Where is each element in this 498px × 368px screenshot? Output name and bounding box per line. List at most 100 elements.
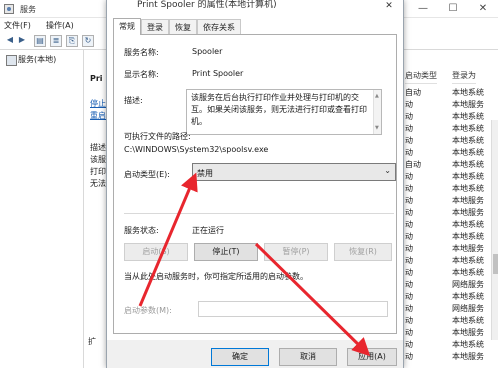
service-startup-type: 动 [405,328,413,337]
services-window-title: 服务 [20,5,36,14]
section-divider [124,213,394,214]
ok-button[interactable]: 确定 [211,348,269,366]
start-params-label: 启动参数(M): [124,306,172,315]
service-logon-as: 本地服务 [452,208,484,217]
properties-dialog: Print Spooler 的属性(本地计算机) ✕ 常规 登录 恢复 依存关系… [106,0,404,368]
service-logon-as: 本地系统 [452,124,484,133]
service-logon-as: 本地服务 [452,328,484,337]
service-startup-type: 自动 [405,88,421,97]
services-list-scrollbar[interactable] [491,120,498,340]
service-startup-type: 动 [405,292,413,301]
refresh-icon[interactable]: ↻ [82,35,94,47]
service-logon-as: 本地系统 [452,136,484,145]
display-name-label: 显示名称: [124,70,159,79]
service-logon-as: 本地系统 [452,220,484,229]
service-logon-as: 网络服务 [452,304,484,313]
service-startup-type: 动 [405,232,413,241]
startup-type-label: 启动类型(E): [124,170,170,179]
pause-button[interactable]: 暂停(P) [264,243,328,261]
service-logon-as: 本地系统 [452,88,484,97]
service-status-label: 服务状态: [124,226,159,235]
tab-logon[interactable]: 登录 [141,19,169,34]
service-logon-as: 本地系统 [452,160,484,169]
apply-button[interactable]: 应用(A) [347,348,397,366]
description-box[interactable]: 该服务在后台执行打印作业并处理与打印机的交互。如果关闭该服务，则无法进行打印或查… [186,89,382,135]
extended-tab[interactable]: 扩 [88,336,96,347]
service-logon-as: 本地系统 [452,112,484,121]
export-icon[interactable]: ⎘ [66,35,78,47]
minimize-button[interactable]: — [408,0,438,18]
service-status-value: 正在运行 [192,226,224,235]
service-logon-as: 本地系统 [452,148,484,157]
service-name-label: 服务名称: [124,48,159,57]
service-logon-as: 本地系统 [452,184,484,193]
startup-type-value: 禁用 [197,169,213,178]
service-startup-type: 动 [405,100,413,109]
back-arrow-icon[interactable]: ◀ [4,35,16,47]
service-logon-as: 本地服务 [452,100,484,109]
chevron-down-icon: ⌄ [384,166,391,175]
service-startup-type: 动 [405,220,413,229]
service-startup-type: 动 [405,208,413,217]
service-startup-type: 动 [405,184,413,193]
service-logon-as: 本地系统 [452,268,484,277]
service-logon-as: 本地系统 [452,292,484,301]
exe-path-value: C:\WINDOWS\System32\spoolsv.exe [124,145,269,154]
service-name-value: Spooler [192,47,223,56]
exe-path-label: 可执行文件的路径: [124,132,191,141]
service-startup-type: 动 [405,172,413,181]
tree-item-services-local[interactable]: 服务(本地) [6,54,56,66]
service-logon-as: 网络服务 [452,280,484,289]
list-view-icon[interactable]: ≣ [50,35,62,47]
show-tree-icon[interactable]: ▤ [34,35,46,47]
service-detail-pane: Pri 停止 重启 描述 该服 打印 无法 [84,50,108,368]
service-startup-type: 动 [405,124,413,133]
general-tab-panel: 服务名称: Spooler 显示名称: Print Spooler 描述: 该服… [113,34,397,334]
service-startup-type: 动 [405,304,413,313]
service-logon-as: 本地系统 [452,172,484,181]
service-logon-as: 本地系统 [452,316,484,325]
service-logon-as: 本地系统 [452,340,484,349]
service-logon-as: 本地系统 [452,232,484,241]
dialog-titlebar: Print Spooler 的属性(本地计算机) ✕ [107,0,403,14]
service-startup-type: 动 [405,256,413,265]
description-text: 该服务在后台执行打印作业并处理与打印机的交互。如果关闭该服务，则无法进行打印或查… [191,93,367,126]
tab-general[interactable]: 常规 [113,18,141,35]
menu-action[interactable]: 操作(A) [46,20,74,31]
service-row[interactable]: 动 本地服务 [400,350,492,363]
dialog-title: Print Spooler 的属性(本地计算机) [137,0,277,10]
window-close-button[interactable]: ✕ [468,0,498,18]
column-startup-type[interactable]: 启动类型 [405,70,437,84]
resume-button[interactable]: 恢复(R) [334,243,392,261]
tree-pane: 服务(本地) [0,50,84,368]
services-app-icon [4,4,14,14]
start-params-hint: 当从此处启动服务时，你可指定所适用的启动参数。 [124,272,308,281]
stop-button[interactable]: 停止(T) [194,243,258,261]
column-logon-as[interactable]: 登录为 [452,70,476,84]
dialog-close-button[interactable]: ✕ [375,0,403,14]
service-startup-type: 动 [405,136,413,145]
scrollbar-thumb[interactable] [493,254,498,274]
cancel-button[interactable]: 取消 [279,348,337,366]
tab-recovery[interactable]: 恢复 [169,19,197,34]
service-startup-type: 动 [405,280,413,289]
maximize-button[interactable]: ☐ [438,0,468,18]
dialog-button-bar: 确定 取消 应用(A) [107,340,403,368]
service-startup-type: 动 [405,340,413,349]
service-startup-type: 动 [405,316,413,325]
description-scrollbar[interactable] [373,90,381,134]
forward-arrow-icon[interactable]: ▶ [16,35,28,47]
service-startup-type: 自动 [405,160,421,169]
menu-file[interactable]: 文件(F) [4,20,31,31]
start-params-input[interactable] [198,301,388,317]
service-logon-as: 本地服务 [452,352,484,361]
startup-type-select[interactable]: 禁用 ⌄ [192,163,396,181]
service-logon-as: 本地服务 [452,196,484,205]
service-logon-as: 本地系统 [452,256,484,265]
description-label: 描述: [124,96,143,105]
start-button[interactable]: 启动(S) [124,243,188,261]
tab-dependencies[interactable]: 依存关系 [197,19,241,34]
service-startup-type: 动 [405,352,413,361]
service-logon-as: 本地服务 [452,244,484,253]
service-startup-type: 动 [405,268,413,277]
